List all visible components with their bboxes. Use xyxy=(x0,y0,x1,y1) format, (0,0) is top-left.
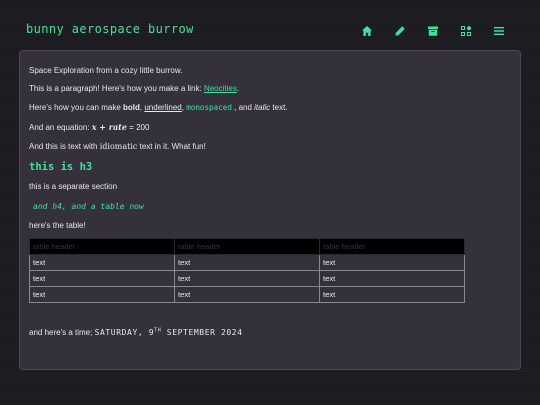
site-title[interactable]: bunny aerospace burrow xyxy=(26,22,194,36)
table-row: text text text xyxy=(29,270,465,287)
table-cell: text xyxy=(319,270,465,287)
data-table: table header table header table header t… xyxy=(29,238,465,303)
table-cell: text xyxy=(174,270,320,287)
paragraph-text: This is a paragraph! Here's how you make… xyxy=(29,84,204,93)
table-header-row: table header table header table header xyxy=(29,238,465,255)
underlined-text: underlined xyxy=(144,103,182,112)
monospaced-text: monospaced xyxy=(186,103,232,112)
heading-h4: and h4, and a table now xyxy=(33,202,144,211)
table-cell: text xyxy=(174,254,320,271)
table-header: table header xyxy=(319,238,465,255)
widgets-icon[interactable] xyxy=(455,24,477,38)
table-row: text text text xyxy=(29,254,465,271)
menu-icon[interactable] xyxy=(488,24,510,38)
equation-suffix: = 200 xyxy=(126,123,150,132)
neocities-link[interactable]: Neocities xyxy=(204,84,237,93)
idiomatic-prefix: And this is text with xyxy=(29,142,100,151)
table-row: text text text xyxy=(29,286,465,303)
formatting-suffix: text. xyxy=(270,103,288,112)
time-value: SATURDAY, 9TH SEPTEMBER 2024 xyxy=(95,328,243,337)
intro-text: Space Exploration from a cozy little bur… xyxy=(29,66,183,75)
equation-expression: x + rate xyxy=(91,122,127,132)
table-cell: text xyxy=(319,254,465,271)
home-icon[interactable] xyxy=(356,24,378,38)
section-text: this is a separate section xyxy=(29,182,118,191)
table-cell: text xyxy=(29,254,175,271)
paragraph-end: . xyxy=(236,84,240,93)
equation-line: And an equation: x + rate = 200 xyxy=(29,122,150,133)
table-cell: text xyxy=(319,286,465,303)
bold-text: bold xyxy=(123,103,140,112)
site-header: bunny aerospace burrow xyxy=(0,0,540,50)
equation-prefix: And an equation: xyxy=(29,123,92,132)
table-cell: text xyxy=(29,286,175,303)
table-cell: text xyxy=(29,270,175,287)
formatting-prefix: Here's how you can make xyxy=(29,103,124,112)
time-month-year: SEPTEMBER 2024 xyxy=(161,328,243,337)
archive-icon[interactable] xyxy=(422,24,444,38)
formatting-line: Here's how you can make bold, underlined… xyxy=(29,103,288,113)
table-cell: text xyxy=(174,286,320,303)
content-panel: Space Exploration from a cozy little bur… xyxy=(19,50,521,370)
idiomatic-word: idiomatic xyxy=(99,142,138,151)
paragraph-line: This is a paragraph! Here's how you make… xyxy=(29,84,239,94)
italic-text: italic xyxy=(254,103,271,112)
idiomatic-line: And this is text with idiomatic text in … xyxy=(29,142,206,152)
time-date: SATURDAY, 9 xyxy=(94,328,155,337)
table-header: table header xyxy=(174,238,320,255)
pencil-icon[interactable] xyxy=(389,24,411,38)
table-intro: here's the table! xyxy=(29,221,86,230)
table-header: table header xyxy=(29,238,175,255)
heading-h3: this is h3 xyxy=(29,161,93,173)
time-line: and here's a time; SATURDAY, 9TH SEPTEMB… xyxy=(29,328,243,338)
nav-bar xyxy=(345,24,510,38)
idiomatic-suffix: text in it. What fun! xyxy=(137,142,206,151)
time-prefix: and here's a time; xyxy=(29,328,95,337)
and-italic-prefix: , and xyxy=(231,103,255,112)
